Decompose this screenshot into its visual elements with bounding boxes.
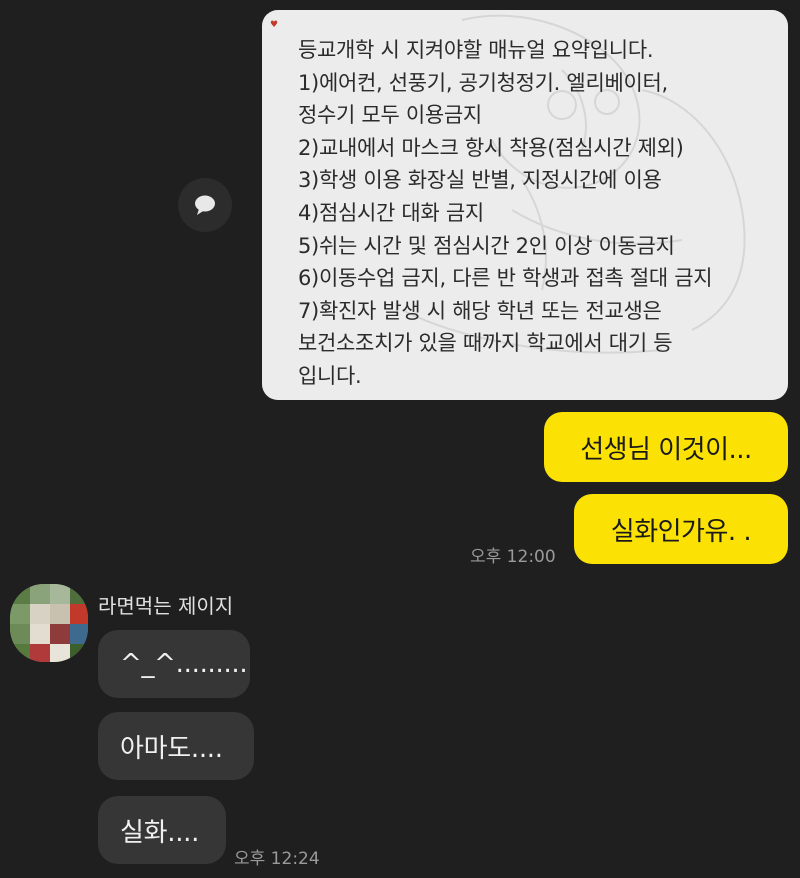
pixelated-avatar-icon: [10, 584, 88, 662]
manual-line: 4)점심시간 대화 금지: [298, 200, 484, 225]
speech-bubble-icon: [195, 195, 215, 215]
my-message-bubble[interactable]: 선생님 이것이...: [544, 412, 788, 482]
heart-icon: ♥: [270, 20, 279, 30]
manual-text: 등교개학 시 지켜야할 매뉴얼 요약입니다. 1)에어컨, 선풍기, 공기청정기…: [298, 34, 778, 393]
my-message-bubble[interactable]: 실화인가유. .: [574, 494, 788, 564]
sender-name: 라면먹는 제이지: [98, 594, 234, 618]
manual-line: 3)학생 이용 화장실 반별, 지정시간에 이용: [298, 168, 662, 193]
other-message-bubble[interactable]: ^_^.........: [98, 630, 250, 698]
manual-line: 입니다.: [298, 363, 362, 388]
share-button[interactable]: [178, 178, 232, 232]
other-message-bubble[interactable]: 아마도....: [98, 712, 254, 780]
manual-line: 2)교내에서 마스크 항시 착용(점심시간 제외): [298, 135, 684, 160]
manual-line: 5)쉬는 시간 및 점심시간 2인 이상 이동금지: [298, 233, 675, 258]
manual-line: 1)에어컨, 선풍기, 공기청정기. 엘리베이터,: [298, 70, 668, 95]
other-message-bubble[interactable]: 실화....: [98, 796, 226, 864]
avatar[interactable]: [10, 584, 88, 662]
manual-line: 보건소조치가 있을 때까지 학교에서 대기 등: [298, 331, 673, 356]
image-message[interactable]: ♥ 등교개학 시 지켜야할 매뉴얼 요약입니다. 1)에어컨, 선풍기, 공기청…: [262, 10, 788, 400]
message-time: 오후 12:00: [470, 547, 556, 567]
manual-line: 등교개학 시 지켜야할 매뉴얼 요약입니다.: [298, 38, 654, 62]
manual-line: 정수기 모두 이용금지: [298, 103, 482, 128]
manual-line: 7)확진자 발생 시 해당 학년 또는 전교생은: [298, 298, 662, 323]
message-time: 오후 12:24: [234, 849, 320, 869]
chat-view: ♥ 등교개학 시 지켜야할 매뉴얼 요약입니다. 1)에어컨, 선풍기, 공기청…: [0, 0, 800, 878]
manual-line: 6)이동수업 금지, 다른 반 학생과 접촉 절대 금지: [298, 266, 713, 291]
